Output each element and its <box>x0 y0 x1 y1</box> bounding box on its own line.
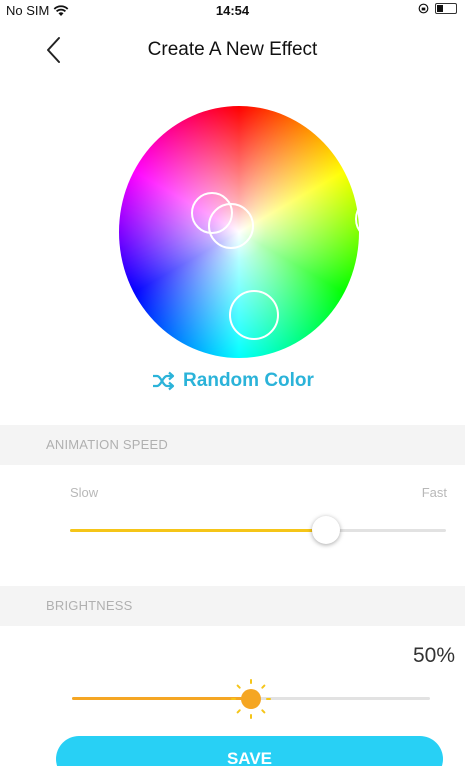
color-handle[interactable] <box>355 197 399 241</box>
brightness-value: 50% <box>412 644 455 667</box>
orientation-lock-icon <box>418 3 429 14</box>
save-button[interactable]: SAVE <box>56 736 443 766</box>
speed-fill <box>70 529 326 532</box>
status-time: 14:54 <box>215 3 250 18</box>
status-right <box>418 3 457 14</box>
brightness-header: BRIGHTNESS <box>0 586 465 626</box>
battery-icon <box>435 3 457 14</box>
slow-label: Slow <box>70 485 99 500</box>
random-color-button[interactable]: Random Color <box>0 370 465 392</box>
page-title: Create A New Effect <box>147 39 318 60</box>
brightness-fill <box>72 697 251 700</box>
animation-speed-header: ANIMATION SPEED <box>0 425 465 465</box>
nav-bar: Create A New Effect <box>0 30 465 70</box>
color-handle[interactable] <box>229 290 279 340</box>
color-wheel[interactable] <box>119 106 399 358</box>
color-handle[interactable] <box>208 203 254 249</box>
sun-icon[interactable] <box>229 677 273 721</box>
fast-label: Fast <box>421 485 447 500</box>
speed-knob[interactable] <box>311 516 340 544</box>
status-bar: No SIM 14:54 <box>0 0 465 22</box>
random-color-label: Random Color <box>183 370 314 391</box>
shuffle-icon <box>153 371 175 391</box>
